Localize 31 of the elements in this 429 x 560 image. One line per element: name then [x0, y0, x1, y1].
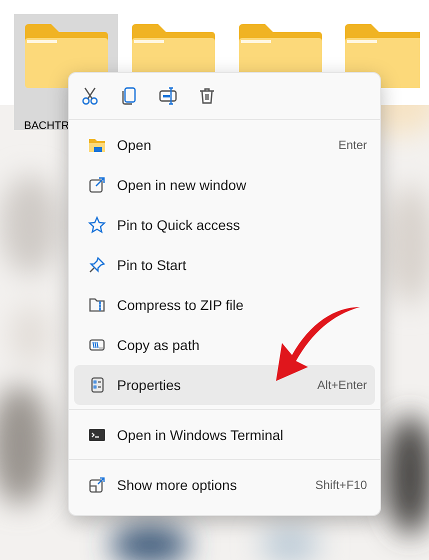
menu-label: Open in new window	[117, 176, 248, 195]
menu-item[interactable]: Properties Alt+Enter	[74, 365, 375, 405]
menu-item[interactable]: Show more options Shift+F10	[74, 465, 375, 505]
expand-icon	[88, 476, 106, 494]
menu-item[interactable]: Pin to Quick access	[74, 205, 375, 245]
external-link-icon	[88, 176, 106, 194]
cut-icon[interactable]	[80, 86, 100, 106]
folder-label: BACHTR	[24, 119, 70, 130]
rename-icon[interactable]	[158, 86, 178, 106]
menu-item[interactable]: Compress to ZIP file	[74, 285, 375, 325]
menu-item[interactable]: Copy as path	[74, 325, 375, 365]
shortcut-text: Enter	[338, 137, 367, 154]
menu-item[interactable]: Open in new window	[74, 165, 375, 205]
menu-label: Open	[117, 136, 152, 155]
folder-icon	[88, 136, 106, 154]
menu-label: Properties	[117, 376, 182, 395]
shortcut-text: Alt+Enter	[317, 377, 367, 394]
delete-icon[interactable]	[197, 86, 217, 106]
menu-item[interactable]: Open in Windows Terminal	[74, 415, 375, 455]
menu-label: Pin to Start	[117, 256, 188, 274]
menu-item[interactable]: Pin to Start	[74, 245, 375, 285]
pin-icon	[88, 256, 106, 274]
terminal-icon	[88, 426, 106, 444]
menu-label: Show more options	[117, 476, 238, 495]
star-icon	[88, 216, 106, 234]
menu-label: Compress to ZIP file	[117, 296, 245, 315]
zip-folder-icon	[88, 296, 106, 314]
menu-label: Copy as path	[117, 336, 200, 355]
menu-label: Pin to Quick access	[117, 216, 241, 235]
shortcut-text: Shift+F10	[315, 477, 367, 494]
menu-label: Open in Windows Terminal	[117, 426, 284, 445]
